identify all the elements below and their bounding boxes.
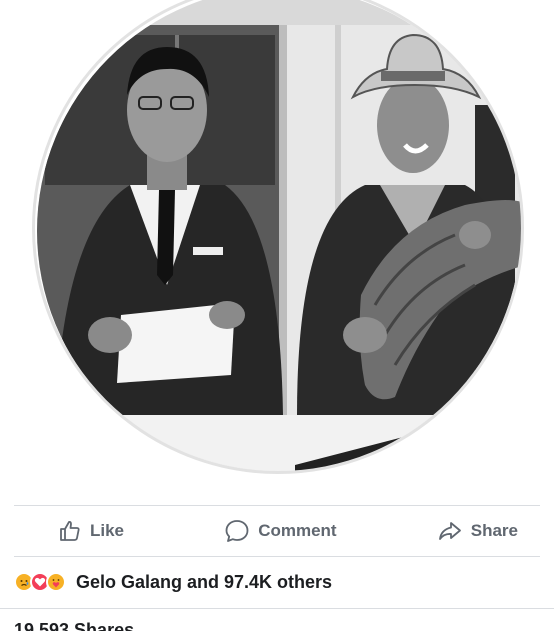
comment-bubble-icon (225, 520, 249, 542)
post-photo (37, 0, 521, 471)
share-arrow-icon (438, 522, 461, 540)
profile-photo-frame[interactable] (32, 0, 524, 474)
reactions-summary[interactable]: Gelo Galang and 97.4K others (14, 567, 332, 597)
like-button[interactable]: Like (58, 519, 124, 543)
reactions-summary-text: Gelo Galang and 97.4K others (76, 571, 333, 592)
like-label: Like (90, 521, 125, 540)
post-action-bar: Like Comment Share (14, 505, 540, 557)
shares-count[interactable]: 19,593 Shares (14, 620, 134, 631)
care-reaction-icon (46, 572, 66, 592)
post-photo-area[interactable] (0, 0, 554, 495)
share-button[interactable]: Share (437, 519, 518, 543)
reaction-icons (14, 572, 66, 592)
divider (0, 608, 554, 609)
share-label: Share (470, 521, 518, 540)
comment-button[interactable]: Comment (224, 518, 337, 544)
comment-label: Comment (258, 521, 337, 540)
thumbs-up-icon (60, 521, 80, 541)
